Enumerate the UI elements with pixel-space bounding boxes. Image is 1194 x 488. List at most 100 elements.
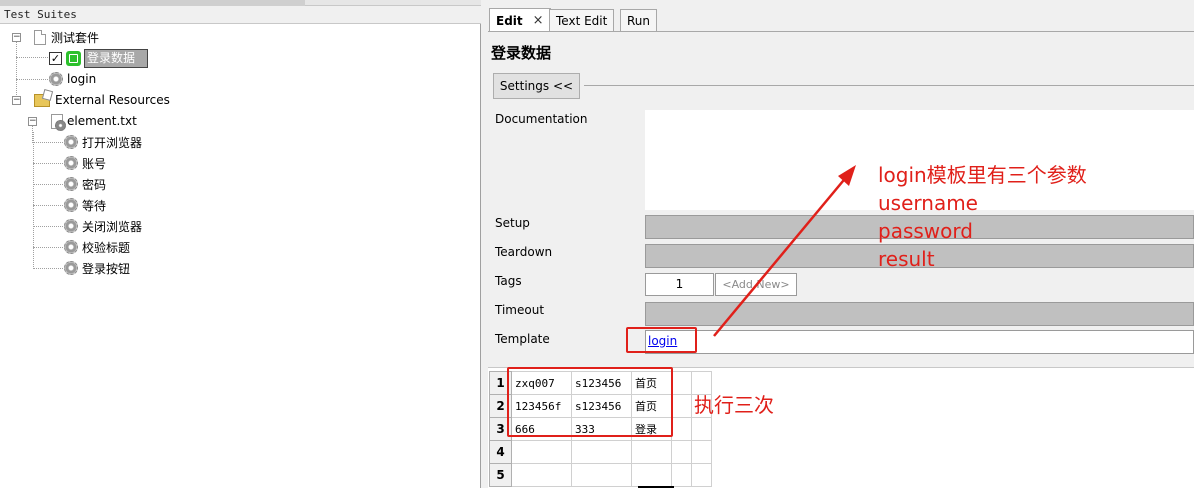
tree-line (16, 79, 48, 80)
keyword-label: 密码 (82, 177, 107, 192)
file-icon (34, 29, 46, 45)
keyword-label: 打开浏览器 (82, 135, 143, 150)
testcase-label: 登录数据 (84, 48, 149, 68)
teardown-label: Teardown (495, 245, 553, 259)
tree-suite[interactable]: 测试套件 (34, 27, 99, 47)
tree-resource-file[interactable]: element.txt (51, 111, 137, 131)
tab-edit[interactable]: Edit × (489, 8, 551, 32)
tab-run[interactable]: Run (620, 9, 658, 31)
app-window: Test Suites − 测试套件 ✓ 登录数据 login − Extern… (0, 0, 1194, 488)
testcase-checkbox[interactable]: ✓ (49, 51, 62, 65)
template-field[interactable] (645, 330, 1194, 354)
resource-file-icon (51, 113, 66, 131)
table-row: 5 (489, 463, 712, 487)
annotation-line: result (878, 247, 935, 271)
tree-keyword[interactable]: 关闭浏览器 (64, 216, 142, 236)
tree-keyword[interactable]: 账号 (64, 153, 106, 173)
documentation-label: Documentation (495, 112, 588, 126)
collapse-toggle[interactable]: − (28, 117, 37, 126)
setup-label: Setup (495, 216, 530, 230)
tree-line (33, 184, 63, 185)
tree-keyword-login[interactable]: login (49, 69, 96, 89)
external-label: External Resources (55, 93, 170, 107)
tab-label: Text Edit (556, 13, 608, 28)
keyword-label: 关闭浏览器 (82, 219, 143, 234)
gear-icon (64, 135, 78, 149)
tree-line (33, 163, 63, 164)
grid-cell[interactable] (571, 463, 632, 487)
tree-line (33, 247, 63, 248)
keyword-label: 校验标题 (82, 240, 131, 255)
tree-keyword[interactable]: 等待 (64, 195, 106, 215)
gear-icon (64, 156, 78, 170)
template-label: Template (495, 332, 550, 346)
annotation-line: login模板里有三个参数 (878, 163, 1087, 187)
tree-line (33, 268, 63, 269)
keyword-label: 等待 (82, 198, 107, 213)
tree-keyword[interactable]: 打开浏览器 (64, 132, 142, 152)
grid-cell[interactable] (691, 463, 712, 487)
tab-label: Run (627, 13, 651, 28)
template-highlight-box (626, 327, 697, 353)
close-icon[interactable]: × (533, 13, 544, 28)
timeout-label: Timeout (495, 303, 545, 317)
row-header[interactable]: 4 (489, 440, 512, 464)
tree-line (16, 57, 48, 58)
collapse-toggle[interactable]: − (12, 96, 21, 105)
tree-line (33, 226, 63, 227)
tab-bar: Edit × Text Edit Run (482, 0, 1194, 32)
resource-label: element.txt (67, 114, 137, 128)
divider (584, 85, 1194, 86)
annotation-line: username (878, 191, 978, 215)
test-suites-panel: Test Suites − 测试套件 ✓ 登录数据 login − Extern… (0, 0, 481, 488)
exec-annotation: 执行三次 (694, 393, 774, 417)
panel-header: Test Suites (0, 6, 481, 24)
annotation-line: password (878, 219, 973, 243)
tree-line (33, 132, 34, 269)
grid-cell[interactable] (631, 463, 672, 487)
gear-icon (64, 261, 78, 275)
grid-cell[interactable] (511, 440, 572, 464)
tag-item[interactable]: 1 (645, 273, 714, 296)
keyword-label: login (67, 72, 97, 86)
tree-testcase[interactable]: ✓ 登录数据 (49, 48, 149, 68)
grid-cell[interactable] (511, 463, 572, 487)
grid-cell[interactable] (671, 371, 692, 395)
grid-cell[interactable] (671, 417, 692, 441)
grid-cell[interactable] (691, 440, 712, 464)
suite-tree: − 测试套件 ✓ 登录数据 login − External Resources (0, 25, 481, 488)
folder-icon (34, 93, 50, 107)
grid-cell[interactable] (691, 417, 712, 441)
settings-toggle-button[interactable]: Settings << (493, 73, 580, 99)
grid-cell[interactable] (671, 394, 692, 418)
collapse-toggle[interactable]: − (12, 33, 21, 42)
tree-keyword[interactable]: 校验标题 (64, 237, 130, 257)
grid-cell[interactable] (671, 440, 692, 464)
keyword-label: 登录按钮 (82, 261, 131, 276)
timeout-field[interactable] (645, 302, 1194, 326)
gear-icon (64, 198, 78, 212)
suite-label: 测试套件 (51, 30, 100, 45)
tree-keyword[interactable]: 登录按钮 (64, 258, 130, 278)
params-annotation: login模板里有三个参数 username password result (878, 161, 1087, 273)
data-rows-highlight-box (507, 367, 673, 437)
add-tag-button[interactable]: <Add New> (715, 273, 797, 296)
tab-label: Edit (496, 13, 523, 28)
testcase-icon (66, 50, 81, 66)
tree-external-resources[interactable]: External Resources (34, 90, 170, 110)
grid-cell[interactable] (571, 440, 632, 464)
grid-cell[interactable] (671, 463, 692, 487)
gear-icon (64, 177, 78, 191)
keyword-label: 账号 (82, 156, 107, 171)
row-header[interactable]: 5 (489, 463, 512, 487)
tree-line (33, 142, 63, 143)
gear-icon (49, 72, 63, 86)
grid-cell[interactable] (631, 440, 672, 464)
gear-icon (64, 219, 78, 233)
tree-keyword[interactable]: 密码 (64, 174, 106, 194)
table-row: 4 (489, 440, 712, 464)
tags-label: Tags (495, 274, 522, 288)
tab-text-edit[interactable]: Text Edit (549, 9, 615, 31)
page-title: 登录数据 (491, 44, 552, 62)
gear-icon (64, 240, 78, 254)
